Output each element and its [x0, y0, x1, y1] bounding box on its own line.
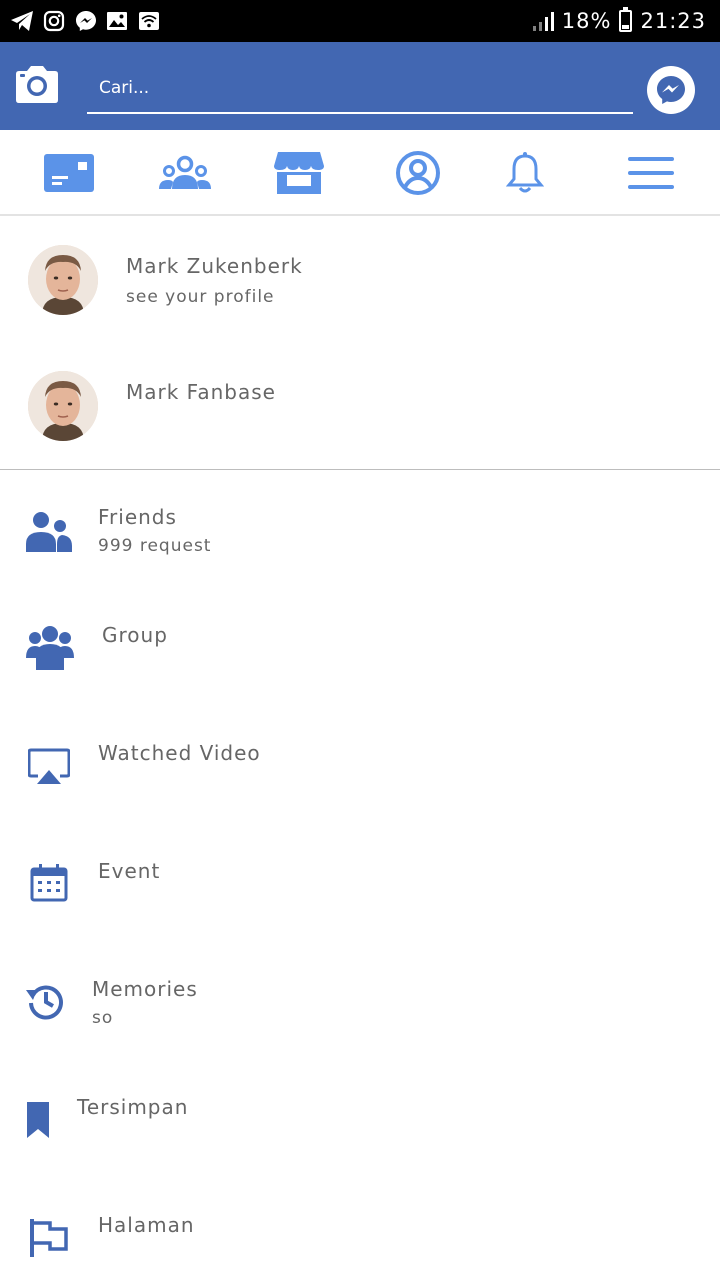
menu-item-group[interactable]: Group: [0, 623, 720, 733]
gallery-icon: [105, 9, 129, 33]
menu-label: Memories: [92, 977, 198, 1001]
signal-icon: [532, 11, 554, 31]
menu-label: Event: [98, 859, 161, 883]
menu-subtitle: so: [92, 1008, 114, 1028]
search-input[interactable]: [87, 62, 633, 112]
menu-icon[interactable]: [628, 150, 674, 196]
search-field: [87, 62, 633, 114]
nav-tab-bar: [0, 130, 720, 216]
friends-icon[interactable]: [158, 150, 212, 196]
friends-icon: [26, 507, 72, 553]
avatar: [28, 371, 98, 441]
messenger-icon[interactable]: [647, 66, 695, 114]
menu-item-memories[interactable]: Memories so: [0, 977, 720, 1087]
marketplace-icon[interactable]: [274, 150, 324, 196]
menu-item-event[interactable]: Event: [0, 859, 720, 969]
memories-icon: [26, 981, 66, 1021]
battery-icon: [619, 7, 633, 32]
menu-item-watched-video[interactable]: Watched Video: [0, 741, 720, 851]
menu-item-friends[interactable]: Friends 999 request: [0, 505, 720, 615]
menu-label: Friends: [98, 505, 177, 529]
profile-name: Mark Fanbase: [126, 380, 276, 404]
section-divider: [0, 469, 720, 470]
app-header: [0, 42, 720, 130]
battery-percent: 18%: [561, 9, 612, 33]
news-feed-icon[interactable]: [44, 150, 94, 196]
menu-subtitle: 999 request: [98, 536, 212, 556]
menu-label: Watched Video: [98, 741, 261, 765]
menu-label: Group: [102, 623, 168, 647]
messenger-status-icon: [74, 9, 98, 33]
profile-item-main[interactable]: Mark Zukenberk see your profile: [0, 245, 720, 345]
flag-icon: [29, 1218, 69, 1258]
profile-name: Mark Zukenberk: [126, 254, 303, 278]
clock: 21:23: [640, 9, 706, 33]
wifi-icon: [137, 9, 161, 33]
menu-label: Halaman: [98, 1213, 195, 1237]
avatar: [28, 245, 98, 315]
notifications-icon[interactable]: [506, 150, 544, 196]
menu-label: Tersimpan: [77, 1095, 189, 1119]
profile-subtitle: see your profile: [126, 287, 275, 307]
status-bar: 18% 21:23: [0, 0, 720, 42]
video-icon: [28, 747, 70, 785]
menu-item-halaman[interactable]: Halaman: [0, 1213, 720, 1280]
calendar-icon: [29, 863, 69, 903]
group-icon: [26, 623, 74, 671]
profile-icon[interactable]: [395, 150, 441, 196]
bookmark-icon: [26, 1101, 50, 1139]
profile-item-page[interactable]: Mark Fanbase: [0, 371, 720, 471]
menu-item-tersimpan[interactable]: Tersimpan: [0, 1095, 720, 1205]
telegram-icon: [10, 9, 34, 33]
camera-icon[interactable]: [13, 64, 61, 106]
instagram-icon: [42, 9, 66, 33]
